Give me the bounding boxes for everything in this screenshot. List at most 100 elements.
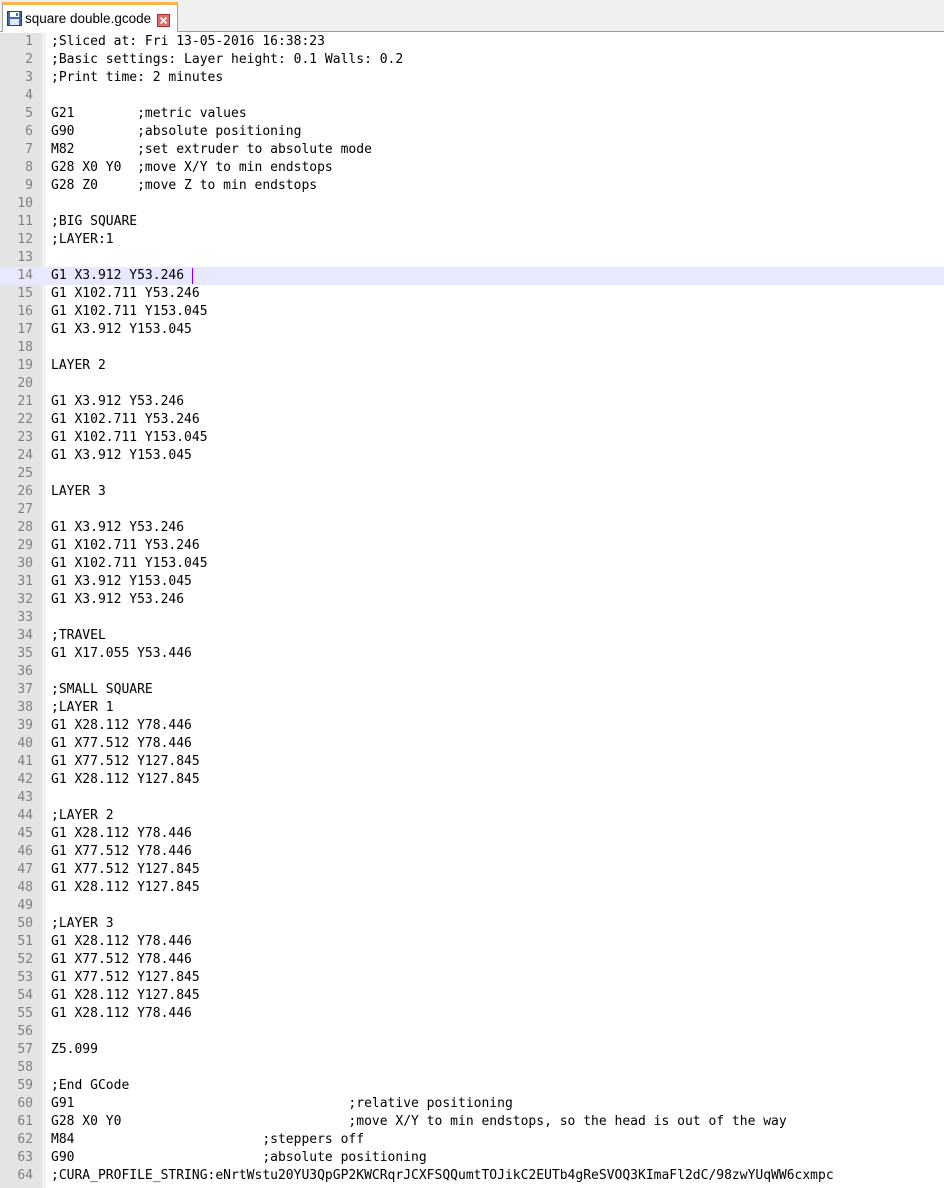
line-text[interactable]: ;Basic settings: Layer height: 0.1 Walls…	[51, 51, 403, 69]
code-line[interactable]: 25	[0, 465, 944, 483]
code-line[interactable]: 34 ;TRAVEL	[0, 627, 944, 645]
code-line[interactable]: 39 G1 X28.112 Y78.446	[0, 717, 944, 735]
code-line[interactable]: 44 ;LAYER 2	[0, 807, 944, 825]
code-line[interactable]: 30 G1 X102.711 Y153.045	[0, 555, 944, 573]
code-line[interactable]: 37 ;SMALL SQUARE	[0, 681, 944, 699]
line-text[interactable]: M82 ;set extruder to absolute mode	[51, 141, 372, 159]
line-text[interactable]: G1 X28.112 Y127.845	[51, 879, 200, 897]
code-line[interactable]: 49	[0, 897, 944, 915]
code-line[interactable]: 62 M84 ;steppers off	[0, 1131, 944, 1149]
code-line[interactable]: 46 G1 X77.512 Y78.446	[0, 843, 944, 861]
code-line[interactable]: 51 G1 X28.112 Y78.446	[0, 933, 944, 951]
code-line[interactable]: 45 G1 X28.112 Y78.446	[0, 825, 944, 843]
close-icon[interactable]	[157, 12, 171, 27]
line-text[interactable]: G28 X0 Y0 ;move X/Y to min endstops, so …	[51, 1113, 787, 1131]
line-text[interactable]: ;CURA_PROFILE_STRING:eNrtWstu20YU3QpGP2K…	[51, 1167, 834, 1185]
line-text[interactable]: ;Sliced at: Fri 13-05-2016 16:38:23	[51, 33, 325, 51]
line-text[interactable]: G1 X77.512 Y78.446	[51, 843, 192, 861]
line-text[interactable]: G1 X77.512 Y127.845	[51, 969, 200, 987]
line-text[interactable]: ;LAYER:1	[51, 231, 114, 249]
line-text[interactable]: ;LAYER 3	[51, 915, 114, 933]
code-line[interactable]: 61 G28 X0 Y0 ;move X/Y to min endstops, s…	[0, 1113, 944, 1131]
code-line[interactable]: 6 G90 ;absolute positioning	[0, 123, 944, 141]
code-line[interactable]: 27	[0, 501, 944, 519]
line-text[interactable]: G90 ;absolute positioning	[51, 123, 301, 141]
line-text[interactable]: G1 X77.512 Y78.446	[51, 951, 192, 969]
code-line[interactable]: 31 G1 X3.912 Y153.045	[0, 573, 944, 591]
code-line[interactable]: 12 ;LAYER:1	[0, 231, 944, 249]
line-text[interactable]: G28 Z0 ;move Z to min endstops	[51, 177, 317, 195]
code-line[interactable]: 22 G1 X102.711 Y53.246	[0, 411, 944, 429]
line-text[interactable]: Z5.099	[51, 1041, 98, 1059]
code-line[interactable]: 42 G1 X28.112 Y127.845	[0, 771, 944, 789]
line-text[interactable]: G1 X102.711 Y153.045	[51, 555, 208, 573]
line-text[interactable]: ;SMALL SQUARE	[51, 681, 153, 699]
code-line[interactable]: 3 ;Print time: 2 minutes	[0, 69, 944, 87]
code-line[interactable]: 5 G21 ;metric values	[0, 105, 944, 123]
code-line[interactable]: 11 ;BIG SQUARE	[0, 213, 944, 231]
code-line[interactable]: 38 ;LAYER 1	[0, 699, 944, 717]
line-text[interactable]: G1 X77.512 Y127.845	[51, 753, 200, 771]
code-line[interactable]: 47 G1 X77.512 Y127.845	[0, 861, 944, 879]
code-editor[interactable]: 1 ;Sliced at: Fri 13-05-2016 16:38:23 2 ;Ba…	[0, 33, 944, 1188]
line-text[interactable]: G1 X102.711 Y53.246	[51, 537, 200, 555]
code-line[interactable]: 55 G1 X28.112 Y78.446	[0, 1005, 944, 1023]
line-text[interactable]: ;BIG SQUARE	[51, 213, 137, 231]
code-line[interactable]: 56	[0, 1023, 944, 1041]
line-text[interactable]: G1 X28.112 Y127.845	[51, 771, 200, 789]
line-text[interactable]: G1 X77.512 Y127.845	[51, 861, 200, 879]
line-text[interactable]: ;LAYER 1	[51, 699, 114, 717]
code-line[interactable]: 15 G1 X102.711 Y53.246	[0, 285, 944, 303]
code-line[interactable]: 2 ;Basic settings: Layer height: 0.1 Wall…	[0, 51, 944, 69]
code-line[interactable]: 36	[0, 663, 944, 681]
code-line[interactable]: 10	[0, 195, 944, 213]
code-line[interactable]: 59 ;End GCode	[0, 1077, 944, 1095]
code-line[interactable]: 21 G1 X3.912 Y53.246	[0, 393, 944, 411]
line-text[interactable]: G21 ;metric values	[51, 105, 247, 123]
line-text[interactable]: LAYER 2	[51, 357, 106, 375]
code-line[interactable]: 41 G1 X77.512 Y127.845	[0, 753, 944, 771]
code-line[interactable]: 18	[0, 339, 944, 357]
code-line[interactable]: 29 G1 X102.711 Y53.246	[0, 537, 944, 555]
line-text[interactable]: G1 X28.112 Y78.446	[51, 933, 192, 951]
line-text[interactable]: ;Print time: 2 minutes	[51, 69, 223, 87]
line-text[interactable]: LAYER 3	[51, 483, 106, 501]
file-tab[interactable]: square double.gcode	[2, 2, 178, 32]
code-line[interactable]: 1 ;Sliced at: Fri 13-05-2016 16:38:23	[0, 33, 944, 51]
code-line[interactable]: 60 G91 ;relative positioning	[0, 1095, 944, 1113]
code-line[interactable]: 4	[0, 87, 944, 105]
line-text[interactable]: ;TRAVEL	[51, 627, 106, 645]
code-line[interactable]: 20	[0, 375, 944, 393]
line-text[interactable]: G1 X3.912 Y153.045	[51, 321, 192, 339]
line-text[interactable]: ;End GCode	[51, 1077, 129, 1095]
line-text[interactable]: G1 X3.912 Y53.246	[51, 267, 192, 285]
code-line[interactable]: 33	[0, 609, 944, 627]
line-text[interactable]: G1 X102.711 Y53.246	[51, 411, 200, 429]
code-line[interactable]: 9 G28 Z0 ;move Z to min endstops	[0, 177, 944, 195]
line-text[interactable]: G1 X28.112 Y78.446	[51, 825, 192, 843]
code-line[interactable]: 23 G1 X102.711 Y153.045	[0, 429, 944, 447]
line-text[interactable]: M84 ;steppers off	[51, 1131, 364, 1149]
code-line[interactable]: 43	[0, 789, 944, 807]
code-line[interactable]: 13	[0, 249, 944, 267]
code-line[interactable]: 35 G1 X17.055 Y53.446	[0, 645, 944, 663]
code-line[interactable]: 19 LAYER 2	[0, 357, 944, 375]
code-line[interactable]: 8 G28 X0 Y0 ;move X/Y to min endstops	[0, 159, 944, 177]
code-line[interactable]: 50 ;LAYER 3	[0, 915, 944, 933]
line-text[interactable]: G1 X3.912 Y53.246	[51, 519, 184, 537]
code-line[interactable]: 57 Z5.099	[0, 1041, 944, 1059]
line-text[interactable]: G1 X3.912 Y53.246	[51, 393, 184, 411]
line-text[interactable]: G1 X102.711 Y153.045	[51, 429, 208, 447]
line-text[interactable]: G1 X28.112 Y78.446	[51, 1005, 192, 1023]
code-line[interactable]: 52 G1 X77.512 Y78.446	[0, 951, 944, 969]
line-text[interactable]: G91 ;relative positioning	[51, 1095, 513, 1113]
line-text[interactable]: G1 X17.055 Y53.446	[51, 645, 192, 663]
code-line[interactable]: 64 ;CURA_PROFILE_STRING:eNrtWstu20YU3QpGP…	[0, 1167, 944, 1185]
code-line[interactable]: 14 G1 X3.912 Y53.246	[0, 267, 944, 285]
code-line[interactable]: 54 G1 X28.112 Y127.845	[0, 987, 944, 1005]
line-text[interactable]: G28 X0 Y0 ;move X/Y to min endstops	[51, 159, 333, 177]
code-line[interactable]: 16 G1 X102.711 Y153.045	[0, 303, 944, 321]
line-text[interactable]: G1 X102.711 Y153.045	[51, 303, 208, 321]
code-line[interactable]: 48 G1 X28.112 Y127.845	[0, 879, 944, 897]
line-text[interactable]: G1 X3.912 Y153.045	[51, 573, 192, 591]
